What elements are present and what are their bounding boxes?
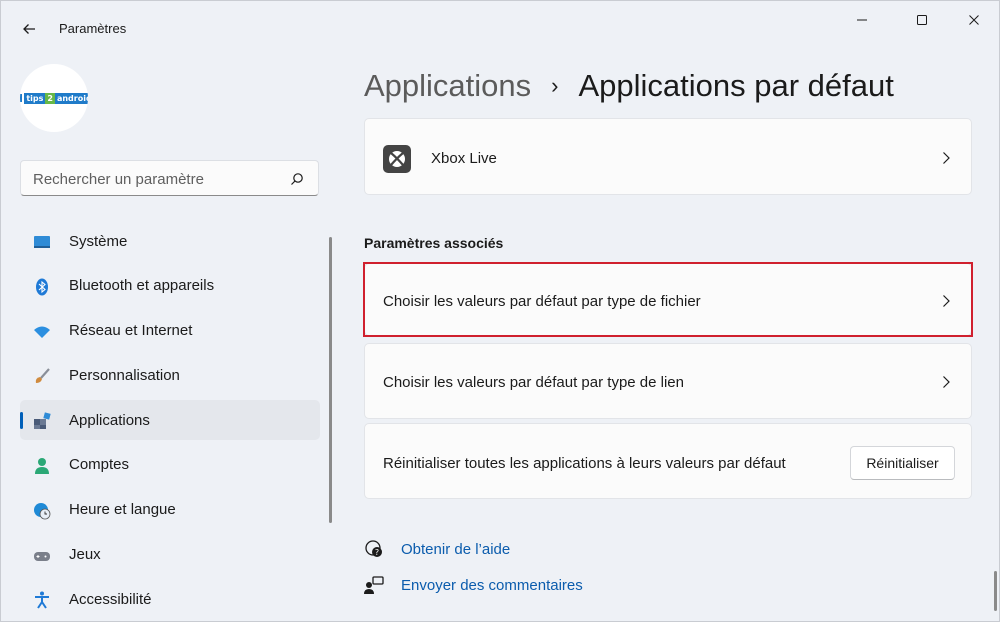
sidebar-item-applications[interactable]: Applications bbox=[20, 400, 320, 441]
brush-icon bbox=[35, 368, 50, 384]
wifi-icon bbox=[34, 326, 50, 338]
app-card-label: Xbox Live bbox=[431, 150, 497, 167]
sidebar-item-label: Jeux bbox=[69, 546, 101, 564]
settings-window: Paramètres tips 2 android bbox=[0, 0, 1000, 622]
logo-text-tips: tips bbox=[24, 92, 46, 104]
sidebar-item-label: Système bbox=[69, 232, 128, 250]
profile-logo: tips 2 android bbox=[20, 92, 88, 104]
back-button[interactable] bbox=[15, 15, 43, 43]
system-icon bbox=[34, 236, 50, 248]
search-box bbox=[20, 160, 319, 196]
section-title-related: Paramètres associés bbox=[364, 235, 504, 251]
reset-button[interactable]: Réinitialiser bbox=[850, 446, 955, 480]
app-title: Paramètres bbox=[59, 21, 127, 36]
help-link[interactable]: ? Obtenir de l’aide bbox=[364, 537, 510, 561]
logo-text-android: android bbox=[54, 92, 88, 104]
title-bar: Paramètres bbox=[1, 1, 999, 45]
card-label: Réinitialiser toutes les applications à … bbox=[383, 455, 786, 472]
app-card-xbox-live[interactable]: Xbox Live bbox=[364, 118, 972, 195]
file-type-defaults-card[interactable]: Choisir les valeurs par défaut par type … bbox=[364, 263, 972, 336]
sidebar-item-heure[interactable]: Heure et langue bbox=[20, 490, 320, 530]
sidebar-item-personnalisation[interactable]: Personnalisation bbox=[20, 355, 320, 395]
breadcrumb-separator: › bbox=[551, 73, 559, 98]
logo-bars bbox=[20, 94, 23, 102]
xbox-icon bbox=[383, 145, 411, 173]
sidebar-item-jeux[interactable]: Jeux bbox=[20, 535, 320, 575]
gamepad-icon bbox=[34, 551, 50, 561]
sidebar-item-label: Personnalisation bbox=[69, 366, 180, 384]
sidebar-item-comptes[interactable]: Comptes bbox=[20, 445, 320, 485]
chevron-right-icon bbox=[943, 295, 950, 307]
card-label: Choisir les valeurs par défaut par type … bbox=[383, 374, 684, 391]
sidebar-item-label: Applications bbox=[69, 411, 150, 429]
chevron-right-icon bbox=[943, 152, 950, 164]
accessibility-icon bbox=[35, 591, 49, 609]
sidebar-item-label: Heure et langue bbox=[69, 501, 176, 519]
link-type-defaults-card[interactable]: Choisir les valeurs par défaut par type … bbox=[364, 343, 972, 419]
logo-text-2: 2 bbox=[45, 92, 55, 104]
account-icon bbox=[35, 457, 49, 474]
page-title: Applications par défaut bbox=[578, 68, 894, 103]
sidebar-item-label: Réseau et Internet bbox=[69, 322, 193, 340]
sidebar-item-label: Accessibilité bbox=[69, 590, 152, 608]
svg-text:?: ? bbox=[375, 548, 379, 557]
sidebar-item-reseau[interactable]: Réseau et Internet bbox=[20, 311, 320, 351]
sidebar-item-accessibilite[interactable]: Accessibilité bbox=[20, 579, 320, 619]
sidebar-item-bluetooth[interactable]: Bluetooth et appareils bbox=[20, 266, 320, 306]
breadcrumb: Applications › Applications par défaut bbox=[364, 65, 894, 107]
sidebar-item-systeme[interactable]: Système bbox=[20, 221, 320, 261]
help-icon: ? bbox=[365, 540, 382, 557]
close-button[interactable] bbox=[951, 5, 997, 35]
reset-defaults-card: Réinitialiser toutes les applications à … bbox=[364, 423, 972, 499]
close-icon bbox=[969, 15, 979, 25]
search-icon[interactable] bbox=[290, 172, 304, 186]
minimize-button[interactable] bbox=[839, 5, 885, 35]
globe-clock-icon bbox=[34, 502, 51, 520]
minimize-icon bbox=[857, 19, 867, 21]
maximize-icon bbox=[917, 15, 927, 25]
sidebar-item-label: Comptes bbox=[69, 456, 130, 474]
feedback-link[interactable]: Envoyer des commentaires bbox=[364, 573, 583, 597]
maximize-button[interactable] bbox=[899, 5, 945, 35]
bluetooth-icon bbox=[36, 278, 48, 296]
chevron-right-icon bbox=[943, 376, 950, 388]
search-input[interactable] bbox=[33, 169, 283, 189]
sidebar-scrollbar[interactable] bbox=[329, 237, 332, 523]
card-label: Choisir les valeurs par défaut par type … bbox=[383, 293, 701, 310]
breadcrumb-parent[interactable]: Applications bbox=[364, 68, 531, 104]
sidebar-item-label: Bluetooth et appareils bbox=[69, 277, 215, 295]
arrow-left-icon bbox=[23, 24, 35, 34]
sidebar-nav: Système Bluetooth et appareils Réseau et… bbox=[20, 221, 320, 622]
main-scrollbar[interactable] bbox=[994, 571, 997, 611]
apps-icon bbox=[34, 412, 51, 430]
feedback-link-label[interactable]: Envoyer des commentaires bbox=[401, 577, 583, 594]
help-link-label[interactable]: Obtenir de l’aide bbox=[401, 541, 510, 558]
avatar[interactable]: tips 2 android bbox=[20, 64, 88, 132]
feedback-icon bbox=[364, 576, 384, 594]
